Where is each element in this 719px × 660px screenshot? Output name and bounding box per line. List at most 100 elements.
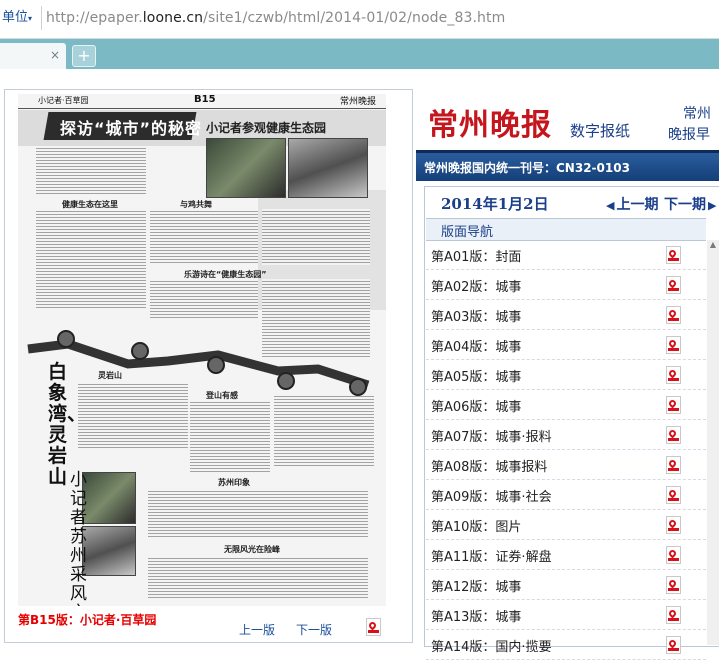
- new-tab-button[interactable]: +: [72, 45, 96, 67]
- next-issue-label: 下一期: [664, 197, 706, 213]
- list-item[interactable]: 第A12版：城事: [426, 570, 706, 600]
- page-link[interactable]: 第A09版：城事·社会: [431, 486, 552, 505]
- issue-date: 2014年1月2日: [441, 195, 549, 213]
- text-column: [36, 146, 146, 194]
- issn-text: 常州晚报国内统一刊号：CN32-0103: [424, 161, 630, 175]
- pdf-icon[interactable]: [666, 636, 681, 654]
- photo: [82, 526, 136, 576]
- page-link[interactable]: 第A01版：封面: [431, 246, 521, 265]
- list-item[interactable]: 第A13版：城事: [426, 600, 706, 630]
- headline-text: 探访“城市”的秘密: [60, 119, 203, 138]
- arrow-right-icon: ▶: [708, 199, 717, 212]
- nav-heading: 版面导航: [426, 218, 706, 241]
- subhead: 苏州印象: [218, 478, 250, 487]
- next-page-link[interactable]: 下一版: [296, 621, 332, 638]
- page-link[interactable]: 第A04版：城事: [431, 336, 521, 355]
- list-item[interactable]: 第A02版：城事: [426, 270, 706, 300]
- paper-header-left: 小记者·百草园: [38, 96, 89, 105]
- list-item[interactable]: 第A11版：证券·解盘: [426, 540, 706, 570]
- pdf-icon[interactable]: [666, 486, 681, 504]
- address-bar: 单位▾ http://epaper.loone.cn/site1/czwb/ht…: [0, 0, 719, 39]
- page-link[interactable]: 第A12版：城事: [431, 576, 521, 595]
- text-column: [36, 209, 146, 309]
- browser-tab[interactable]: ×: [0, 43, 66, 69]
- page-link[interactable]: 第A05版：城事: [431, 366, 521, 385]
- vertical-title: 白象湾、灵岩山: [48, 361, 87, 488]
- photo: [206, 138, 286, 198]
- list-item[interactable]: 第A03版：城事: [426, 300, 706, 330]
- vertical-subtitle: 小记者苏州采风之旅: [70, 470, 87, 607]
- text-column: [262, 209, 370, 265]
- page-link[interactable]: 第A14版：国内·揽要: [431, 636, 552, 655]
- pdf-icon[interactable]: [666, 336, 681, 354]
- page-link[interactable]: 第A10版：图片: [431, 516, 521, 535]
- text-column: [148, 489, 368, 539]
- pdf-icon[interactable]: [666, 276, 681, 294]
- site-subtitle: 数字报纸: [570, 122, 631, 140]
- page-link[interactable]: 第A03版：城事: [431, 306, 521, 325]
- tab-strip: × +: [0, 39, 719, 69]
- paper-header: 小记者·百草园 B15 常州晚报: [18, 94, 386, 109]
- photo: [288, 138, 368, 198]
- list-item[interactable]: 第A05版：城事: [426, 360, 706, 390]
- list-item[interactable]: 第A04版：城事: [426, 330, 706, 360]
- scroll-up-icon[interactable]: ▲: [707, 240, 719, 252]
- list-item[interactable]: 第A08版：城事报料: [426, 450, 706, 480]
- url-protocol: http://epaper.: [46, 10, 143, 26]
- page-link[interactable]: 第A02版：城事: [431, 276, 521, 295]
- address-prefix[interactable]: 单位▾: [0, 8, 34, 28]
- masthead-text-2: 晚报早: [668, 127, 710, 143]
- newspaper-page-image[interactable]: 小记者·百草园 B15 常州晚报 探访“城市”的秘密 小记者参观健康生态园 健康…: [18, 94, 386, 606]
- current-page-label: 第B15版：小记者·百草园: [18, 613, 157, 627]
- site-logo[interactable]: 常州晚报: [428, 100, 552, 144]
- list-item[interactable]: 第A06版：城事: [426, 390, 706, 420]
- list-item[interactable]: 第A10版：图片: [426, 510, 706, 540]
- list-item[interactable]: 第A07版：城事·报料: [426, 420, 706, 450]
- dropdown-arrow-icon: ▾: [28, 14, 33, 23]
- prev-issue-link[interactable]: ◀ 上一期: [606, 194, 658, 214]
- page-link[interactable]: 第A08版：城事报料: [431, 456, 547, 475]
- paper-header-logo: 常州晚报: [340, 97, 377, 107]
- pdf-icon[interactable]: [666, 546, 681, 564]
- paper-header-page: B15: [194, 94, 216, 105]
- nav-heading-label: 版面导航: [441, 225, 494, 240]
- url-field[interactable]: http://epaper.loone.cn/site1/czwb/html/2…: [46, 8, 505, 28]
- url-path: /site1/czwb/html/2014-01/02/node_83.htm: [203, 10, 506, 26]
- photo: [82, 472, 136, 524]
- close-icon[interactable]: ×: [50, 48, 60, 62]
- pdf-icon[interactable]: [366, 618, 381, 636]
- pdf-icon[interactable]: [666, 516, 681, 534]
- list-item[interactable]: 第A09版：城事·社会: [426, 480, 706, 510]
- headline: 探访“城市”的秘密 小记者参观健康生态园: [43, 112, 336, 140]
- pdf-icon[interactable]: [666, 426, 681, 444]
- next-issue-link[interactable]: 下一期 ▶: [664, 194, 716, 214]
- page-link[interactable]: 第A13版：城事: [431, 606, 521, 625]
- address-separator: [41, 6, 42, 30]
- masthead-text-1: 常州: [683, 106, 711, 122]
- scrollbar[interactable]: [707, 240, 719, 645]
- list-item[interactable]: 第A01版：封面: [426, 240, 706, 270]
- subhead: 无限风光在险峰: [224, 545, 280, 554]
- pdf-icon[interactable]: [666, 306, 681, 324]
- pdf-icon[interactable]: [666, 366, 681, 384]
- arrow-left-icon: ◀: [606, 199, 615, 212]
- pdf-icon[interactable]: [666, 576, 681, 594]
- issn-bar: 常州晚报国内统一刊号：CN32-0103: [416, 150, 719, 181]
- map-pin-icon: [57, 330, 367, 396]
- headline-subtitle: 小记者参观健康生态园: [206, 121, 327, 135]
- address-prefix-label: 单位: [2, 10, 29, 25]
- pdf-icon[interactable]: [666, 606, 681, 624]
- route-graphic: [27, 330, 370, 396]
- prev-page-link[interactable]: 上一版: [239, 621, 275, 638]
- pdf-icon[interactable]: [666, 246, 681, 264]
- page-link[interactable]: 第A06版：城事: [431, 396, 521, 415]
- list-item[interactable]: 第A14版：国内·揽要: [426, 630, 706, 660]
- text-column: [148, 556, 368, 600]
- page-link[interactable]: 第A11版：证券·解盘: [431, 546, 552, 565]
- page-link[interactable]: 第A07版：城事·报料: [431, 426, 552, 445]
- page-list: 第A01版：封面 第A02版：城事 第A03版：城事 第A04版：城事 第A05…: [426, 240, 706, 660]
- url-host: loone.cn: [142, 10, 204, 26]
- pdf-icon[interactable]: [666, 456, 681, 474]
- text-column: [150, 209, 258, 265]
- pdf-icon[interactable]: [666, 396, 681, 414]
